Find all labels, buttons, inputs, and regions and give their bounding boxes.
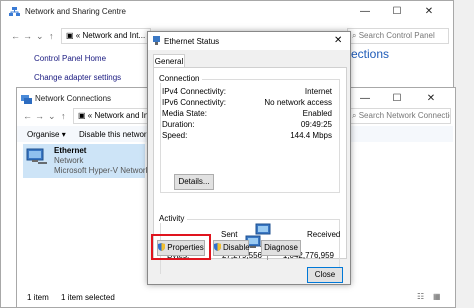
close-icon[interactable]: ✕ [334,35,342,46]
change-adapter-settings-link[interactable]: Change adapter settings [34,73,121,82]
details-view-icon[interactable]: ☷ [417,292,424,301]
ipv4-value: Internet [304,87,332,96]
folder-icon: ▣ [66,31,74,40]
connection-group-label: Connection [159,74,203,83]
ipv6-value: No network access [264,98,332,107]
address-bar[interactable]: ▣ « Network and Int... [61,28,151,44]
adapter-name: Ethernet [54,146,87,155]
media-state-label: Media State: [162,109,207,118]
address-bar[interactable]: ▣ « Network and Int... [73,108,151,124]
search-box[interactable]: ⌕ Search Network Connections [347,108,451,124]
received-label: Received [307,230,341,239]
properties-label: Properties [167,243,204,252]
duration-value: 09:49:25 [300,120,332,129]
back-arrow-icon[interactable]: ← [11,31,20,41]
tab-general[interactable]: General [153,54,185,68]
chevron-down-icon: ▾ [61,130,66,139]
sharing-centre-header: ections [351,47,390,61]
sent-label: Sent [221,230,238,239]
status-bar: 1 item 1 item selected ☷ ▦ [17,291,453,306]
search-icon: ⌕ [352,111,357,120]
maximize-button[interactable]: ☐ [383,88,411,110]
ethernet-status-dialog: Ethernet Status ✕ General Connection IPv… [147,31,351,285]
organise-menu[interactable]: Organise ▾ [27,130,66,139]
adapter-item-ethernet[interactable]: Ethernet Network Microsoft Hyper-V Netwo… [23,144,168,178]
recent-dropdown-icon[interactable]: ⌄ [36,31,44,42]
address-prefix: « [75,31,81,40]
up-arrow-icon[interactable]: ↑ [49,31,54,41]
address-path: Network and Int... [94,111,151,120]
speed-value: 144.4 Mbps [290,131,332,140]
shield-icon [214,242,221,251]
item-count: 1 item [27,293,49,302]
close-button[interactable]: Close [307,267,343,283]
disable-button[interactable]: Disable [213,240,250,256]
adapter-network: Network [54,156,84,165]
window-title: Network Connections [35,94,112,103]
minimize-button[interactable]: — [351,1,379,23]
address-path: Network and Int... [82,31,146,40]
search-placeholder: Search Network Connections [358,111,450,120]
dialog-title: Ethernet Status [164,37,220,46]
disable-label: Disable [223,243,250,252]
up-arrow-icon[interactable]: ↑ [61,111,66,121]
ethernet-adapter-icon [26,148,48,168]
search-placeholder: Search Control Panel [358,31,435,40]
speed-label: Speed: [162,131,188,140]
sharing-centre-titlebar[interactable]: Network and Sharing Centre — ☐ ✕ [1,1,453,23]
address-prefix: « [87,111,93,120]
shield-icon [158,242,166,251]
media-state-value: Enabled [302,109,332,118]
large-icons-view-icon[interactable]: ▦ [433,292,441,301]
network-connections-icon [21,94,32,106]
properties-button[interactable]: Properties [157,240,205,256]
back-arrow-icon[interactable]: ← [23,111,32,121]
duration-label: Duration: [162,120,195,129]
forward-arrow-icon[interactable]: → [23,31,32,41]
maximize-button[interactable]: ☐ [383,1,411,23]
details-button[interactable]: Details... [174,174,214,190]
network-icon [9,7,20,19]
dialog-titlebar[interactable]: Ethernet Status ✕ [148,32,350,50]
window-title: Network and Sharing Centre [25,7,126,16]
recent-dropdown-icon[interactable]: ⌄ [48,111,56,122]
minimize-button[interactable]: — [351,88,379,110]
activity-group-label: Activity [159,214,188,223]
diagnose-button[interactable]: Diagnose [261,240,301,256]
selected-count: 1 item selected [61,293,115,302]
control-panel-home-link[interactable]: Control Panel Home [34,54,106,63]
ipv6-label: IPv6 Connectivity: [162,98,227,107]
general-tab-panel: Connection IPv4 Connectivity: Internet I… [153,67,347,274]
search-box[interactable]: ⌕ Search Control Panel [347,28,449,44]
close-button[interactable]: ✕ [417,88,445,110]
close-button[interactable]: ✕ [415,1,443,23]
folder-icon: ▣ [78,111,86,120]
forward-arrow-icon[interactable]: → [35,111,44,121]
organise-label: Organise [27,130,60,139]
ipv4-label: IPv4 Connectivity: [162,87,227,96]
search-icon: ⌕ [352,31,357,40]
ethernet-icon [152,36,161,48]
